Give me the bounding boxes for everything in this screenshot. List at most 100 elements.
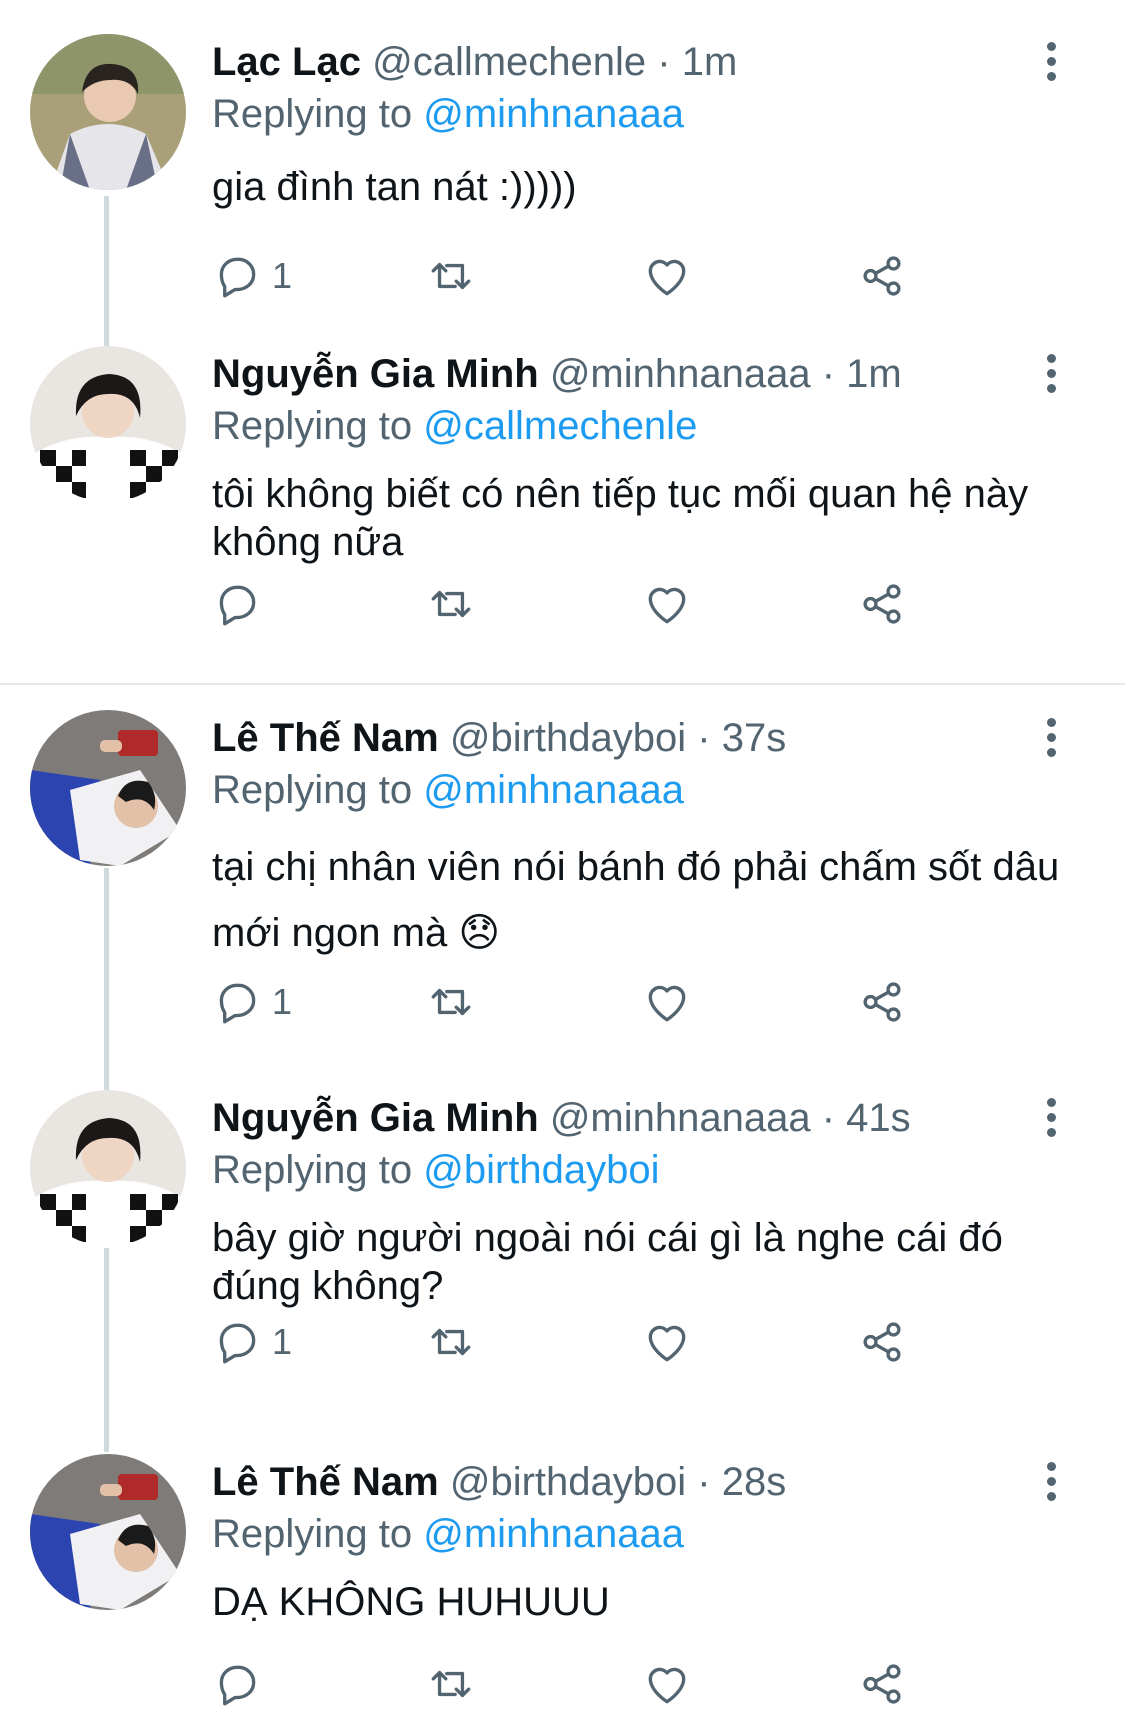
tweet-text: bây giờ người ngoài nói cái gì là nghe c… — [212, 1216, 1003, 1308]
tweet-header: Lạc Lạc @callmechenle · 1m — [212, 38, 1065, 86]
avatar[interactable] — [30, 1090, 186, 1246]
replying-to-label: Replying to — [212, 1148, 413, 1192]
avatar-photo — [30, 1454, 186, 1610]
replying-to: Replying to @callmechenle — [212, 402, 697, 450]
avatar-photo — [30, 34, 186, 190]
replying-to-mention[interactable]: @birthdayboi — [423, 1148, 659, 1192]
retweet-button[interactable] — [426, 972, 476, 1032]
retweet-button[interactable] — [426, 1312, 476, 1372]
retweet-icon — [431, 590, 471, 618]
tweet-header: Nguyễn Gia Minh @minhnanaaa · 41s — [212, 1094, 1065, 1142]
avatar[interactable] — [30, 34, 186, 190]
tweet[interactable]: Lạc Lạc @callmechenle · 1m Replying to @… — [0, 34, 1125, 314]
share-nodes-icon — [863, 982, 901, 1022]
retweet-icon — [431, 988, 471, 1016]
retweet-button[interactable] — [426, 246, 476, 306]
tweet[interactable]: Nguyễn Gia Minh @minhnanaaa · 41s Replyi… — [0, 1090, 1125, 1410]
share-button[interactable] — [857, 246, 907, 306]
tweet-text: tại chị nhân viên nói bánh đó phải chấm … — [212, 845, 1060, 955]
separator-dot: · — [697, 1460, 711, 1504]
timestamp[interactable]: 1m — [846, 352, 902, 396]
user-handle[interactable]: @callmechenle — [372, 40, 646, 84]
share-button[interactable] — [857, 972, 907, 1032]
speech-bubble-icon — [219, 585, 256, 626]
separator-dot: · — [697, 716, 711, 760]
replying-to-mention[interactable]: @minhnanaaa — [423, 1512, 684, 1556]
share-button[interactable] — [857, 1654, 907, 1714]
heart-outline-icon — [648, 259, 686, 296]
replying-to-mention[interactable]: @minhnanaaa — [423, 768, 684, 812]
timestamp[interactable]: 1m — [682, 40, 738, 84]
reply-button[interactable] — [212, 574, 272, 634]
reply-button[interactable] — [212, 1654, 272, 1714]
speech-bubble-icon — [219, 983, 256, 1024]
more-options-icon[interactable] — [1045, 42, 1057, 82]
replying-to-label: Replying to — [212, 92, 413, 136]
like-button[interactable] — [642, 246, 692, 306]
retweet-icon — [431, 1328, 471, 1356]
more-options-icon[interactable] — [1045, 354, 1057, 394]
heart-outline-icon — [648, 1325, 686, 1362]
timestamp[interactable]: 28s — [722, 1460, 787, 1504]
tweet-actions: 1 — [212, 972, 972, 1032]
share-button[interactable] — [857, 574, 907, 634]
like-button[interactable] — [642, 1654, 692, 1714]
reply-count: 1 — [272, 255, 293, 296]
display-name[interactable]: Lê Thế Nam — [212, 1460, 439, 1504]
tweet-text: gia đình tan nát :))))) — [212, 165, 577, 209]
replying-to: Replying to @minhnanaaa — [212, 90, 684, 138]
replying-to-mention[interactable]: @callmechenle — [423, 404, 697, 448]
retweet-button[interactable] — [426, 1654, 476, 1714]
display-name[interactable]: Nguyễn Gia Minh — [212, 1096, 539, 1140]
user-handle[interactable]: @birthdayboi — [450, 1460, 686, 1504]
more-options-icon[interactable] — [1045, 1462, 1057, 1502]
replying-to-label: Replying to — [212, 1512, 413, 1556]
speech-bubble-icon — [219, 1323, 256, 1364]
heart-outline-icon — [648, 985, 686, 1022]
avatar[interactable] — [30, 1454, 186, 1610]
retweet-icon — [431, 262, 471, 290]
timestamp[interactable]: 37s — [722, 716, 787, 760]
user-handle[interactable]: @minhnanaaa — [550, 1096, 811, 1140]
replying-to-label: Replying to — [212, 768, 413, 812]
more-options-icon[interactable] — [1045, 718, 1057, 758]
avatar-photo — [30, 346, 186, 502]
replying-to: Replying to @minhnanaaa — [212, 1510, 684, 1558]
separator-dot: · — [821, 1096, 836, 1140]
tweet[interactable]: Lê Thế Nam @birthdayboi · 28s Replying t… — [0, 1454, 1125, 1724]
like-button[interactable] — [642, 972, 692, 1032]
separator-dot: · — [821, 352, 836, 396]
tweet[interactable]: Lê Thế Nam @birthdayboi · 37s Replying t… — [0, 710, 1125, 1050]
like-button[interactable] — [642, 574, 692, 634]
tweet-text: tôi không biết có nên tiếp tục mối quan … — [212, 472, 1029, 564]
tweet-actions — [212, 574, 972, 634]
tweet-text: DẠ KHÔNG HUHUUU — [212, 1580, 610, 1624]
replying-to: Replying to @minhnanaaa — [212, 766, 684, 814]
tweet[interactable]: Nguyễn Gia Minh @minhnanaaa · 1m Replyin… — [0, 346, 1125, 666]
replying-to-mention[interactable]: @minhnanaaa — [423, 92, 684, 136]
retweet-button[interactable] — [426, 574, 476, 634]
tweet-header: Nguyễn Gia Minh @minhnanaaa · 1m — [212, 350, 1065, 398]
share-button[interactable] — [857, 1312, 907, 1372]
reply-count: 1 — [272, 981, 293, 1022]
display-name[interactable]: Nguyễn Gia Minh — [212, 352, 539, 396]
display-name[interactable]: Lê Thế Nam — [212, 716, 439, 760]
like-button[interactable] — [642, 1312, 692, 1372]
reply-button[interactable]: 1 — [212, 246, 292, 306]
timestamp[interactable]: 41s — [846, 1096, 911, 1140]
user-handle[interactable]: @birthdayboi — [450, 716, 686, 760]
reply-button[interactable]: 1 — [212, 1312, 292, 1372]
replying-to: Replying to @birthdayboi — [212, 1146, 660, 1194]
more-options-icon[interactable] — [1045, 1098, 1057, 1138]
avatar[interactable] — [30, 710, 186, 866]
heart-outline-icon — [648, 587, 686, 624]
separator-dot: · — [657, 40, 671, 84]
speech-bubble-icon — [219, 257, 256, 298]
avatar[interactable] — [30, 346, 186, 502]
avatar-photo — [30, 1090, 186, 1246]
reply-button[interactable]: 1 — [212, 972, 292, 1032]
user-handle[interactable]: @minhnanaaa — [550, 352, 811, 396]
retweet-icon — [431, 1670, 471, 1698]
display-name[interactable]: Lạc Lạc — [212, 40, 361, 84]
share-nodes-icon — [863, 1664, 901, 1704]
